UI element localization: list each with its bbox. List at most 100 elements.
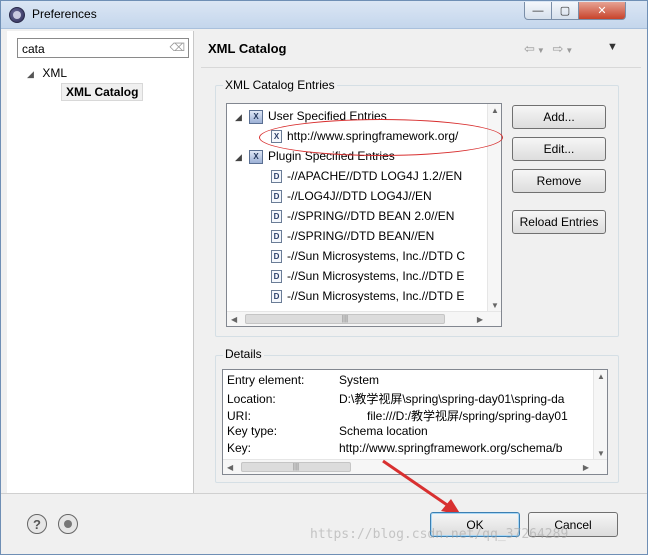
- tree-item-plugin-entries[interactable]: ◢ X Plugin Specified Entries: [235, 147, 395, 165]
- edit-button[interactable]: Edit...: [512, 137, 606, 161]
- tree-item-label: -//SPRING//DTD BEAN 2.0//EN: [287, 209, 455, 223]
- history-dropdown-icon[interactable]: ▼: [537, 46, 547, 55]
- tree-item-entry[interactable]: D -//Sun Microsystems, Inc.//DTD E: [271, 267, 464, 285]
- tree-item-entry[interactable]: D -//LOG4J//DTD LOG4J//EN: [271, 187, 432, 205]
- dtd-file-icon: D: [271, 170, 282, 184]
- remove-button-label: Remove: [536, 174, 582, 188]
- dtd-file-icon: D: [271, 210, 282, 224]
- footer-separator: [1, 493, 647, 494]
- details-row: Key type: Schema location: [227, 424, 428, 438]
- filter-input[interactable]: cata ⌫: [17, 38, 189, 58]
- eclipse-app-icon: [9, 7, 25, 23]
- details-row: Location: D:\教学视屏\spring\spring-day01\spr…: [227, 390, 564, 407]
- dtd-file-icon: D: [271, 230, 282, 244]
- help-icon[interactable]: ?: [27, 514, 47, 534]
- watermark: https://blog.csdn.net/qq_37264289: [310, 527, 569, 542]
- reload-entries-button-label: Reload Entries: [519, 215, 599, 229]
- scroll-thumb[interactable]: |||: [245, 314, 445, 324]
- tree-item-label: Plugin Specified Entries: [268, 149, 395, 163]
- vertical-scrollbar[interactable]: ▲ ▼: [487, 104, 501, 312]
- tree-item-entry[interactable]: D -//SPRING//DTD BEAN 2.0//EN: [271, 207, 454, 225]
- scroll-up-icon[interactable]: ▲: [491, 106, 499, 115]
- scroll-up-icon[interactable]: ▲: [597, 372, 605, 381]
- expand-triangle-icon[interactable]: ◢: [27, 69, 39, 80]
- details-key: Key type:: [227, 424, 278, 438]
- catalog-entries-tree[interactable]: ◢ X User Specified Entries Xhttp://www.spr…: [226, 103, 502, 327]
- window-title: Preferences: [32, 7, 97, 21]
- history-nav: ⇦▼ ⇨▼: [524, 41, 575, 57]
- tree-item-entry[interactable]: D -//APACHE//DTD LOG4J 1.2//EN: [271, 167, 462, 185]
- forward-arrow-icon[interactable]: ⇨: [552, 41, 565, 56]
- title-bar: Preferences — ▢ ✕: [1, 1, 647, 29]
- tree-item-label: -//Sun Microsystems, Inc.//DTD E: [287, 289, 465, 303]
- expand-triangle-icon[interactable]: ◢: [235, 108, 249, 126]
- catalog-group-icon: X: [249, 149, 263, 164]
- add-button[interactable]: Add...: [512, 105, 606, 129]
- details-row: URI: file:///D:/教学视屏/spring/spring-day01: [227, 407, 568, 424]
- maximize-button[interactable]: ▢: [551, 2, 579, 20]
- tree-item-label: http://www.springframework.org/: [287, 129, 459, 143]
- preferences-window: Preferences — ▢ ✕ cata ⌫ ◢ XML XML Catal…: [0, 0, 648, 555]
- expand-triangle-icon[interactable]: ◢: [235, 148, 249, 166]
- details-panel[interactable]: Entry element: System Location: D:\教学视屏\sp…: [222, 369, 608, 475]
- xml-file-icon: X: [271, 130, 282, 144]
- details-key: Location:: [227, 392, 276, 406]
- dtd-file-icon: D: [271, 190, 282, 204]
- details-value: D:\教学视屏\spring\spring-day01\spring-da: [339, 392, 565, 406]
- preference-recorder-icon[interactable]: [58, 514, 78, 534]
- scroll-right-icon[interactable]: ▶: [477, 315, 483, 324]
- tree-item-label: -//SPRING//DTD BEAN//EN: [287, 229, 435, 243]
- scroll-down-icon[interactable]: ▼: [491, 301, 499, 310]
- tree-item-xml-catalog[interactable]: XML Catalog: [61, 83, 144, 101]
- edit-button-label: Edit...: [543, 142, 575, 156]
- tree-item-user-entries[interactable]: ◢ X User Specified Entries: [235, 107, 387, 125]
- catalog-group-icon: X: [249, 109, 263, 124]
- tree-item-xml[interactable]: ◢ XML: [27, 66, 67, 80]
- details-key: Entry element:: [227, 373, 305, 387]
- reload-entries-button[interactable]: Reload Entries: [512, 210, 606, 234]
- tree-item-entry[interactable]: D -//SPRING//DTD BEAN//EN: [271, 227, 434, 245]
- filter-input-value: cata: [22, 42, 45, 56]
- preferences-tree-pane: cata ⌫ ◢ XML XML Catalog: [7, 31, 194, 493]
- tree-item-label: -//Sun Microsystems, Inc.//DTD C: [287, 249, 466, 263]
- details-row: Entry element: System: [227, 373, 379, 387]
- tree-item-entry[interactable]: D -//Sun Microsystems, Inc.//DTD C: [271, 247, 465, 265]
- tree-item-entry[interactable]: Xhttp://www.springframework.org/: [271, 127, 458, 145]
- back-arrow-icon[interactable]: ⇦: [524, 41, 537, 56]
- header-separator: [201, 67, 641, 68]
- dtd-file-icon: D: [271, 250, 282, 264]
- scroll-left-icon[interactable]: ◀: [231, 315, 237, 324]
- remove-button[interactable]: Remove: [512, 169, 606, 193]
- tree-item-entry[interactable]: D -//Sun Microsystems, Inc.//DTD E: [271, 287, 464, 305]
- dtd-file-icon: D: [271, 270, 282, 284]
- details-value: System: [339, 373, 380, 387]
- scroll-down-icon[interactable]: ▼: [597, 449, 605, 458]
- minimize-button[interactable]: —: [524, 2, 552, 20]
- scroll-right-icon[interactable]: ▶: [583, 463, 589, 472]
- page-title: XML Catalog: [208, 41, 287, 56]
- details-row: Key: http://www.springframework.org/schem…: [227, 441, 562, 455]
- scroll-thumb[interactable]: |||: [241, 462, 351, 472]
- details-group-label: Details: [223, 347, 264, 361]
- tree-item-label: User Specified Entries: [268, 109, 387, 123]
- tree-item-label: -//LOG4J//DTD LOG4J//EN: [287, 189, 432, 203]
- catalog-entries-group-label: XML Catalog Entries: [223, 78, 337, 92]
- horizontal-scrollbar[interactable]: ◀ ||| ▶: [223, 459, 607, 474]
- tree-item-label: XML: [42, 66, 68, 80]
- tree-item-label: -//APACHE//DTD LOG4J 1.2//EN: [287, 169, 463, 183]
- eraser-icon[interactable]: ⌫: [169, 41, 185, 54]
- details-key: Key:: [227, 441, 252, 455]
- details-value: file:///D:/教学视屏/spring/spring-day01: [367, 409, 568, 423]
- scroll-left-icon[interactable]: ◀: [227, 463, 233, 472]
- view-menu-icon[interactable]: ▼: [607, 41, 618, 53]
- history-dropdown-icon[interactable]: ▼: [565, 46, 575, 55]
- close-button[interactable]: ✕: [578, 2, 626, 20]
- dtd-file-icon: D: [271, 290, 282, 304]
- details-key: URI:: [227, 409, 251, 423]
- vertical-scrollbar[interactable]: ▲ ▼: [593, 370, 607, 460]
- add-button-label: Add...: [543, 110, 575, 124]
- details-value: http://www.springframework.org/schema/b: [339, 441, 563, 455]
- tree-item-label: -//Sun Microsystems, Inc.//DTD E: [287, 269, 465, 283]
- horizontal-scrollbar[interactable]: ◀ ||| ▶: [227, 311, 501, 326]
- details-value: Schema location: [339, 424, 428, 438]
